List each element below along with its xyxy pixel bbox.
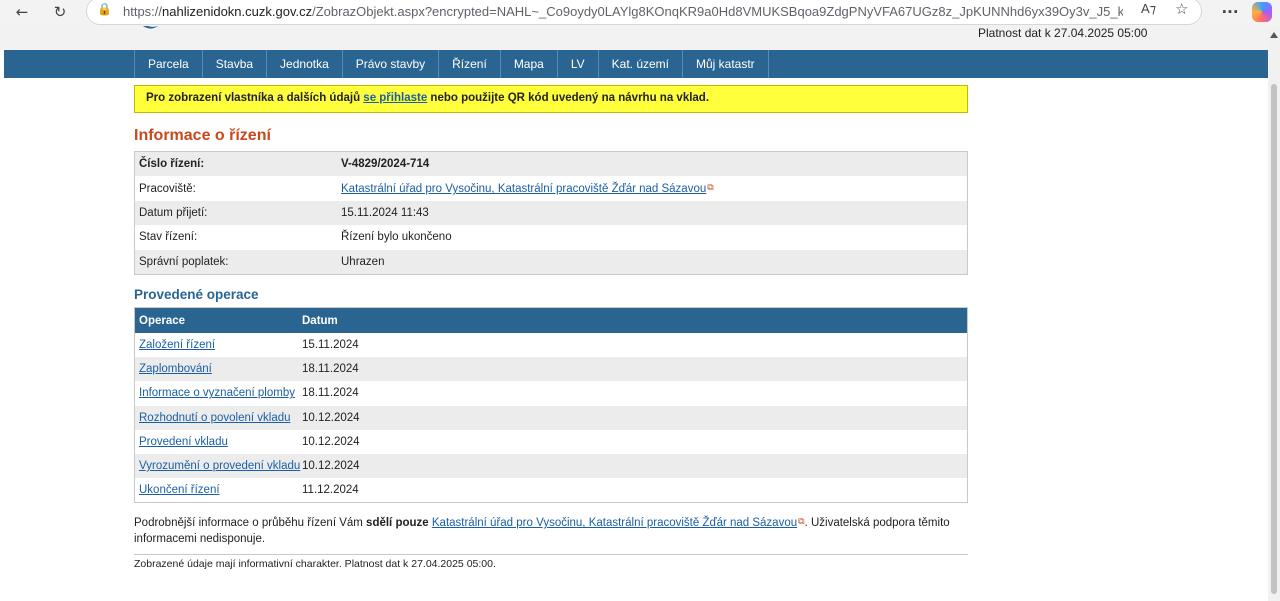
more-options-icon[interactable]: ··· bbox=[1218, 0, 1242, 24]
operation-date: 18.11.2024 bbox=[302, 387, 359, 400]
page-header: Platnost dat k 27.04.2025 05:00 bbox=[0, 26, 1268, 50]
operation-date: 15.11.2024 bbox=[302, 339, 359, 352]
operation-link[interactable]: Informace o vyznačení plomby bbox=[139, 387, 295, 399]
info-label: Datum přijetí: bbox=[139, 206, 208, 219]
vertical-scrollbar[interactable] bbox=[1268, 26, 1280, 601]
back-arrow-icon[interactable]: ← bbox=[10, 0, 34, 24]
info-row: Správní poplatek: Uhrazen bbox=[135, 249, 967, 274]
nav-item[interactable]: LV bbox=[558, 50, 599, 78]
browser-toolbar: ← ↻ 🔒 https://nahlizenidokn.cuzk.gov.cz/… bbox=[0, 0, 1280, 26]
nav-item[interactable]: Kat. území bbox=[599, 50, 683, 78]
column-header-operation: Operace bbox=[139, 314, 186, 327]
scroll-up-arrow-icon[interactable] bbox=[1270, 32, 1278, 38]
operation-link[interactable]: Ukončení řízení bbox=[139, 484, 220, 496]
scrollbar-thumb[interactable] bbox=[1271, 84, 1277, 594]
operation-link[interactable]: Založení řízení bbox=[139, 339, 215, 351]
operation-row: Založení řízení 15.11.2024 bbox=[135, 333, 967, 358]
address-url: https://nahlizenidokn.cuzk.gov.cz/Zobraz… bbox=[123, 4, 1123, 19]
operations-header: Operace Datum bbox=[135, 308, 967, 333]
nav-item[interactable]: Parcela bbox=[135, 50, 203, 78]
read-aloud-icon[interactable]: A⁊ bbox=[1141, 1, 1156, 17]
operation-date: 11.12.2024 bbox=[302, 484, 359, 497]
operation-row: Rozhodnutí o povolení vkladu 10.12.2024 bbox=[135, 405, 967, 430]
operations-table: Operace Datum Založení řízení 15.11.2024 Z… bbox=[134, 307, 968, 504]
reload-icon[interactable]: ↻ bbox=[48, 0, 72, 24]
operation-link[interactable]: Rozhodnutí o povolení vkladu bbox=[139, 412, 291, 424]
copilot-icon[interactable] bbox=[1252, 2, 1272, 22]
nav-item[interactable]: Stavba bbox=[203, 50, 268, 78]
data-validity: Platnost dat k 27.04.2025 05:00 bbox=[978, 26, 1148, 40]
operation-row: Informace o vyznačení plomby 18.11.2024 bbox=[135, 381, 967, 406]
info-table: Číslo řízení: V-4829/2024-714 Pracoviště… bbox=[134, 151, 968, 275]
nav-item[interactable]: Řízení bbox=[439, 50, 501, 78]
operations-heading: Provedené operace bbox=[134, 287, 259, 302]
info-label: Číslo řízení: bbox=[139, 158, 205, 171]
info-value: V-4829/2024-714 bbox=[341, 158, 430, 171]
login-notice: Pro zobrazení vlastníka a dalších údajů … bbox=[134, 85, 968, 113]
operation-link[interactable]: Provedení vkladu bbox=[139, 436, 228, 448]
footer-note: Zobrazené údaje mají informativní charak… bbox=[134, 558, 496, 570]
nav-item[interactable]: Mapa bbox=[501, 50, 558, 78]
nav-item[interactable]: Můj katastr bbox=[683, 50, 769, 78]
footer-info: Podrobnější informace o průběhu řízení V… bbox=[134, 513, 968, 547]
operation-link[interactable]: Zaplombování bbox=[139, 363, 212, 375]
main-navigation: Parcela Stavba Jednotka Právo stavby Řízení M… bbox=[4, 50, 1268, 78]
cuzk-logo bbox=[142, 26, 158, 29]
footer-office-link[interactable]: Katastrální úřad pro Vysočinu, Katastrál… bbox=[432, 517, 797, 529]
page: Platnost dat k 27.04.2025 05:00 Parcela S… bbox=[0, 26, 1268, 601]
site-info-icon[interactable]: 🔒 bbox=[97, 2, 112, 16]
operation-date: 10.12.2024 bbox=[302, 460, 360, 473]
login-link[interactable]: se přihlaste bbox=[363, 92, 427, 104]
column-header-date: Datum bbox=[302, 314, 338, 327]
workplace-link[interactable]: Katastrální úřad pro Vysočinu, Katastrál… bbox=[341, 183, 706, 195]
operation-row: Ukončení řízení 11.12.2024 bbox=[135, 478, 967, 503]
operation-date: 10.12.2024 bbox=[302, 435, 360, 448]
divider bbox=[134, 554, 968, 555]
operation-date: 18.11.2024 bbox=[302, 363, 359, 376]
info-row: Datum přijetí: 15.11.2024 11:43 bbox=[135, 200, 967, 226]
operation-row: Zaplombování 18.11.2024 bbox=[135, 357, 967, 382]
external-link-icon: ⧉ bbox=[707, 182, 714, 193]
info-row: Číslo řízení: V-4829/2024-714 bbox=[135, 152, 967, 177]
nav-item[interactable]: Jednotka bbox=[267, 50, 343, 78]
info-label: Pracoviště: bbox=[139, 182, 196, 195]
info-label: Správní poplatek: bbox=[139, 255, 229, 268]
operation-link[interactable]: Vyrozumění o provedení vkladu bbox=[139, 460, 300, 472]
favorite-star-icon[interactable]: ☆ bbox=[1175, 0, 1188, 18]
info-row: Pracoviště: Katastrální úřad pro Vysočin… bbox=[135, 176, 967, 201]
info-value: Řízení bylo ukončeno bbox=[341, 231, 452, 244]
info-row: Stav řízení: Řízení bylo ukončeno bbox=[135, 225, 967, 250]
info-value: Uhrazen bbox=[341, 255, 385, 268]
nav-item[interactable]: Právo stavby bbox=[343, 50, 440, 78]
address-bar[interactable]: 🔒 https://nahlizenidokn.cuzk.gov.cz/Zobr… bbox=[86, 0, 1202, 25]
operation-row: Vyrozumění o provedení vkladu 10.12.2024 bbox=[135, 453, 967, 479]
info-value: 15.11.2024 11:43 bbox=[341, 206, 429, 219]
info-heading: Informace o řízení bbox=[134, 127, 271, 144]
info-label: Stav řízení: bbox=[139, 231, 198, 244]
operation-date: 10.12.2024 bbox=[302, 411, 360, 424]
operation-row: Provedení vkladu 10.12.2024 bbox=[135, 429, 967, 454]
